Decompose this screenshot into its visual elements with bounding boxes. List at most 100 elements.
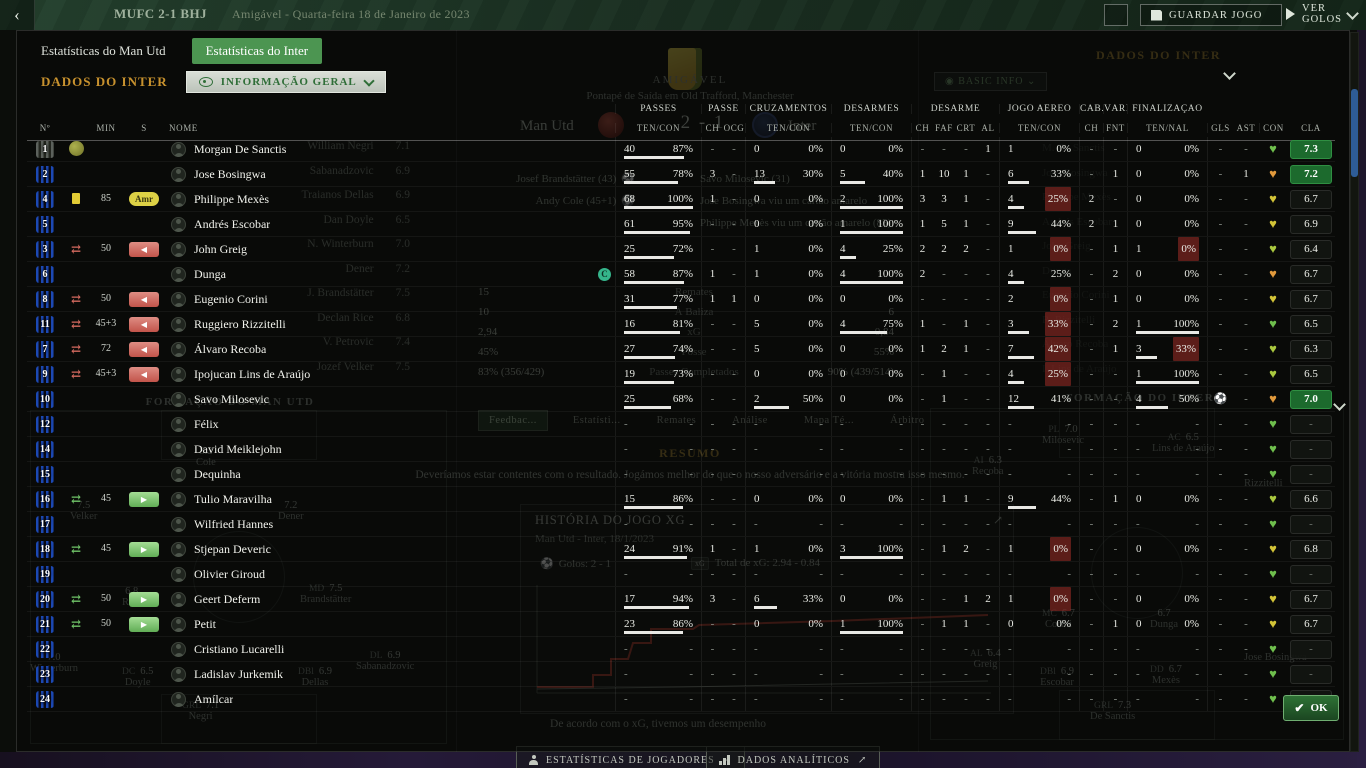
player-row[interactable]: 8⇄50◀Eugenio Corini3177%1100%00%----20%-… xyxy=(27,287,1335,312)
condition-cell: ♥ xyxy=(1259,662,1287,686)
subbed-on-button[interactable]: ▶ xyxy=(129,592,159,607)
player-row[interactable]: 11⇄45+3◀Ruggiero Rizzitelli1681%--50%475… xyxy=(27,312,1335,337)
player-name-cell[interactable]: John Greig xyxy=(165,237,615,261)
player-row[interactable]: 7⇄72◀Álvaro Recoba2774%--50%00%121-742%-… xyxy=(27,337,1335,362)
player-row[interactable]: 21⇄50▶Petit2386%--00%1100%-11-00%-100%--… xyxy=(27,612,1335,637)
scrollbar-thumb[interactable] xyxy=(1351,89,1358,177)
player-name-cell[interactable]: Cristiano Lucarelli xyxy=(165,637,615,661)
stat-cell: - xyxy=(723,137,745,161)
player-name-cell[interactable]: Ladislav Jurkemik xyxy=(165,662,615,686)
player-row[interactable]: 17Wilfried Hannes--------------------♥- xyxy=(27,512,1335,537)
player-name-cell[interactable]: Wilfried Hannes xyxy=(165,512,615,536)
tab-stats-manutd[interactable]: Estatísticas do Man Utd xyxy=(41,43,166,59)
stat-bar xyxy=(1008,506,1071,509)
stat-cell: - xyxy=(1079,337,1103,361)
stat-cell: - xyxy=(1207,412,1233,436)
stat-pair-cell: 425% xyxy=(999,187,1079,211)
stat-cell: - xyxy=(1207,512,1233,536)
chevron-down-icon[interactable] xyxy=(1223,67,1236,80)
player-row[interactable]: 12Félix--------------------♥- xyxy=(27,412,1335,437)
player-name-cell[interactable]: Ruggiero Rizzitelli xyxy=(165,312,615,336)
stat-cell: - xyxy=(933,512,955,536)
subbed-on-button[interactable]: ▶ xyxy=(129,492,159,507)
player-row[interactable]: 14David Meiklejohn--------------------♥- xyxy=(27,437,1335,462)
stat-cell: 2 xyxy=(1079,212,1103,236)
stat-pair-cell: 1794% xyxy=(615,587,701,611)
player-avatar xyxy=(171,542,186,557)
player-name-cell[interactable]: Savo Milosevic xyxy=(165,387,615,411)
player-name-cell[interactable]: Amílcar xyxy=(165,687,615,711)
player-name: Amílcar xyxy=(194,687,233,711)
player-name-cell[interactable]: Ipojucan Lins de Araújo xyxy=(165,362,615,386)
player-name: Petit xyxy=(194,612,216,636)
player-row[interactable]: 24Amílcar--------------------♥- xyxy=(27,687,1335,712)
player-row[interactable]: 16⇄45▶Tulio Maravilha1586%--00%00%-11-94… xyxy=(27,487,1335,512)
subbed-on-button[interactable]: ▶ xyxy=(129,617,159,632)
player-name-cell[interactable]: Olivier Giroud xyxy=(165,562,615,586)
jersey-icon: 8 xyxy=(36,291,54,308)
player-row[interactable]: 20⇄50▶Geert Deferm1794%3-633%00%--1210%-… xyxy=(27,587,1335,612)
player-name-cell[interactable]: Eugenio Corini xyxy=(165,287,615,311)
subbed-off-button[interactable]: ◀ xyxy=(129,367,159,382)
info-geral-dropdown[interactable]: INFORMAÇÃO GERAL xyxy=(186,71,386,93)
stat-cell: - xyxy=(1207,262,1233,286)
player-row[interactable]: 22Cristiano Lucarelli-------------------… xyxy=(27,637,1335,662)
window-button[interactable] xyxy=(1104,4,1128,26)
player-row[interactable]: 23Ladislav Jurkemik--------------------♥… xyxy=(27,662,1335,687)
player-row[interactable]: 18⇄45▶Stjepan Deveric2491%1-10%3100%-12-… xyxy=(27,537,1335,562)
player-row[interactable]: 1Morgan De Sanctis4087%--00%00%---110%--… xyxy=(27,137,1335,162)
player-row[interactable]: 10Savo Milosevic2568%--250%00%-1--1241%-… xyxy=(27,387,1335,412)
player-name-cell[interactable]: David Meiklejohn xyxy=(165,437,615,461)
player-name-cell[interactable]: DungaC xyxy=(165,262,615,286)
stat-pair-cell: 10% xyxy=(999,537,1079,561)
match-date: Amigável - Quarta-feira 18 de Janeiro de… xyxy=(232,7,470,22)
player-row[interactable]: 19Olivier Giroud--------------------♥- xyxy=(27,562,1335,587)
stat-cell: - xyxy=(701,512,723,536)
player-name-cell[interactable]: Andrés Escobar xyxy=(165,212,615,236)
save-game-button[interactable]: GUARDAR JOGO xyxy=(1140,4,1282,26)
ok-button[interactable]: ✔ OK xyxy=(1283,695,1339,721)
stat-cell: - xyxy=(977,187,999,211)
back-button[interactable]: ‹ xyxy=(0,0,35,30)
subbed-off-button[interactable]: ◀ xyxy=(129,342,159,357)
subbed-on-button[interactable]: ▶ xyxy=(129,542,159,557)
condition-cell: ♥ xyxy=(1259,562,1287,586)
player-name-cell[interactable]: Philippe Mexès xyxy=(165,187,615,211)
subbed-off-button[interactable]: ◀ xyxy=(129,317,159,332)
stat-cell: - xyxy=(1207,437,1233,461)
stat-bar xyxy=(624,356,693,359)
player-row[interactable]: 6DungaC5887%1-10%4100%2---425%-200%--♥6.… xyxy=(27,262,1335,287)
stat-bar xyxy=(840,331,903,334)
player-name-cell[interactable]: Dequinha xyxy=(165,462,615,486)
player-name-cell[interactable]: Morgan De Sanctis xyxy=(165,137,615,161)
subbed-off-button[interactable]: ◀ xyxy=(129,292,159,307)
player-name-cell[interactable]: Geert Deferm xyxy=(165,587,615,611)
player-name-cell[interactable]: Tulio Maravilha xyxy=(165,487,615,511)
shirt-number: 16 xyxy=(27,487,63,511)
player-name-cell[interactable]: Félix xyxy=(165,412,615,436)
minute-icon-cell xyxy=(63,137,89,161)
player-row[interactable]: 9⇄45+3◀Ipojucan Lins de Araújo1973%--00%… xyxy=(27,362,1335,387)
stat-cell: 2 xyxy=(955,537,977,561)
column-header: CRUZAMENTOS xyxy=(745,104,831,114)
player-row[interactable]: 2Jose Bosingwa5578%3-1330%540%1101-633%-… xyxy=(27,162,1335,187)
player-name-cell[interactable]: Stjepan Deveric xyxy=(165,537,615,561)
player-name-cell[interactable]: Álvaro Recoba xyxy=(165,337,615,361)
tab-stats-inter[interactable]: Estatísticas do Inter xyxy=(192,38,323,64)
subbed-off-button[interactable]: ◀ xyxy=(129,242,159,257)
stat-cell: - xyxy=(977,387,999,411)
shirt-number: 18 xyxy=(27,537,63,561)
player-row[interactable]: 5Andrés Escobar6195%--00%1100%151-944%21… xyxy=(27,212,1335,237)
sub-status-cell: ▶ xyxy=(123,612,165,636)
player-row[interactable]: 15Dequinha--------------------♥- xyxy=(27,462,1335,487)
stat-cell: - xyxy=(1079,387,1103,411)
stat-pair-cell: 00% xyxy=(831,387,911,411)
minute-icon-cell xyxy=(63,462,89,486)
stat-pair-cell: -- xyxy=(1127,687,1207,711)
player-row[interactable]: 485AmrPhilippe Mexès68100%1-00%2100%331-… xyxy=(27,187,1335,212)
sub-status-cell xyxy=(123,462,165,486)
player-row[interactable]: 3⇄50◀John Greig2572%--10%425%222-10%-110… xyxy=(27,237,1335,262)
stat-cell: - xyxy=(911,387,933,411)
player-name-cell[interactable]: Jose Bosingwa xyxy=(165,162,615,186)
player-name-cell[interactable]: Petit xyxy=(165,612,615,636)
